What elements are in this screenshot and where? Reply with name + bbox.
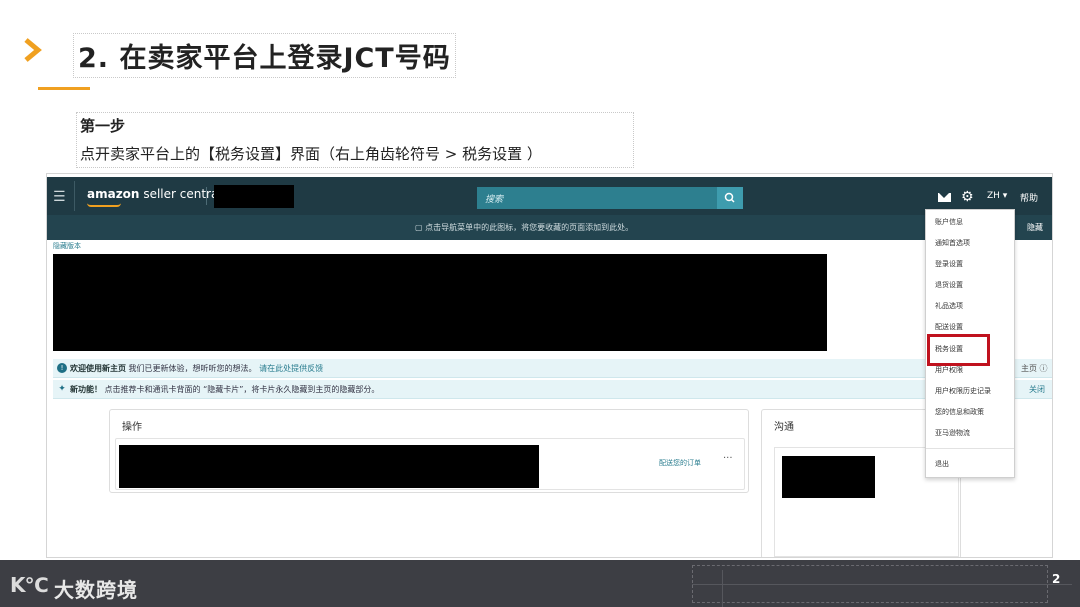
menu-icon[interactable]: ☰	[53, 189, 66, 205]
new-feature-notice: ✦ 新功能！ 点击推荐卡和通讯卡背面的 “隐藏卡片”，将卡片永久隐藏到主页的隐藏…	[53, 380, 1052, 399]
menu-item-return-settings[interactable]: 退货设置	[935, 280, 963, 290]
search-input[interactable]: 搜索	[477, 187, 717, 209]
page-number: 2	[1052, 572, 1061, 586]
welcome-notice: ! 欢迎使用新主页 我们已更新体验，想听听您的想法。 请在此处提供反馈 主页 ⓘ	[53, 359, 1052, 378]
redacted-block	[782, 456, 875, 498]
info-icon: !	[57, 363, 67, 373]
close-link[interactable]: 关闭	[1029, 384, 1045, 395]
footer: K℃ 大数跨境 2	[0, 560, 1080, 607]
seller-central-screenshot: ☰ amazon seller central 搜索 ⚙ ZH ▾ 帮助 ▢ 点	[46, 173, 1053, 558]
highlight-box	[927, 334, 990, 366]
mail-icon[interactable]	[938, 193, 951, 202]
feedback-link[interactable]: 请在此处提供反馈	[259, 364, 323, 373]
notice-bold: 新功能！	[70, 385, 102, 394]
step-box: 第一步 点开卖家平台上的【税务设置】界面（右上角齿轮符号 > 税务设置 ）	[76, 112, 634, 168]
seller-central-logo[interactable]: amazon seller central	[87, 187, 222, 201]
decorative-line	[692, 584, 1072, 585]
bookmark-hint: ▢ 点击导航菜单中的此图标，将您要收藏的页面添加到此处。	[415, 223, 634, 232]
ship-orders-link[interactable]: 配送您的订单	[659, 458, 701, 468]
menu-item-fba[interactable]: 亚马逊物流	[935, 428, 970, 438]
notice-right[interactable]: 主页 ⓘ	[1021, 363, 1048, 374]
divider	[926, 448, 1014, 449]
decorative-line	[722, 570, 723, 607]
chevron-right-icon	[24, 38, 42, 62]
language-selector[interactable]: ZH ▾	[987, 191, 1007, 201]
menu-item-info-and-policies[interactable]: 您的信息和政策	[935, 407, 984, 417]
divider	[206, 187, 207, 205]
settings-dropdown: 账户信息 通知首选项 登录设置 退货设置 礼品选项 配送设置 税务设置 用户权限…	[925, 209, 1015, 478]
sparkle-icon: ✦	[58, 384, 66, 394]
menu-item-shipping-settings[interactable]: 配送设置	[935, 322, 963, 332]
slide-title: 2. 在卖家平台上登录JCT号码	[73, 33, 456, 78]
top-navigation-bar: ☰ amazon seller central 搜索 ⚙ ZH ▾ 帮助	[47, 177, 1052, 215]
search-button[interactable]	[717, 187, 743, 209]
step-title: 第一步	[80, 117, 126, 135]
hide-bookmark-link[interactable]: 隐藏	[1027, 222, 1043, 233]
brand-suffix: seller central	[143, 187, 222, 201]
slide: 2. 在卖家平台上登录JCT号码 第一步 点开卖家平台上的【税务设置】界面（右上…	[0, 0, 1080, 607]
bookmark-hint-text: 点击导航菜单中的此图标，将您要收藏的页面添加到此处。	[425, 223, 634, 232]
help-link[interactable]: 帮助	[1020, 191, 1038, 204]
menu-item-notification-preferences[interactable]: 通知首选项	[935, 238, 970, 248]
redacted-block	[53, 254, 827, 351]
card-title: 操作	[122, 422, 142, 433]
brand-prefix: amazon	[87, 187, 140, 201]
notice-text: 我们已更新体验，想听听您的想法。	[128, 364, 257, 373]
operations-card: 操作 配送您的订单 ···	[109, 409, 749, 493]
amazon-smile-icon	[87, 203, 121, 207]
search-icon	[724, 192, 735, 203]
card-title: 沟通	[774, 422, 794, 433]
menu-item-login-settings[interactable]: 登录设置	[935, 259, 963, 269]
brand-logo: K℃	[10, 573, 49, 597]
notice-bold: 欢迎使用新主页	[70, 364, 126, 373]
menu-item-account-info[interactable]: 账户信息	[935, 217, 963, 227]
redacted-block	[119, 445, 539, 488]
bookmark-bar: ▢ 点击导航菜单中的此图标，将您要收藏的页面添加到此处。 隐藏	[47, 215, 1052, 240]
operations-item: 配送您的订单 ···	[115, 438, 745, 490]
step-description: 点开卖家平台上的【税务设置】界面（右上角齿轮符号 > 税务设置 ）	[80, 145, 542, 163]
menu-item-permission-history[interactable]: 用户权限历史记录	[935, 386, 991, 396]
menu-item-user-permissions[interactable]: 用户权限	[935, 365, 963, 375]
notice-text: 点击推荐卡和通讯卡背面的 “隐藏卡片”，将卡片永久隐藏到主页的隐藏部分。	[104, 385, 380, 394]
menu-item-gift-options[interactable]: 礼品选项	[935, 301, 963, 311]
more-options-icon[interactable]: ···	[723, 453, 733, 464]
gear-icon[interactable]: ⚙	[961, 189, 974, 205]
hidden-version-link[interactable]: 隐藏版本	[53, 241, 81, 251]
divider	[74, 181, 75, 211]
redacted-block	[214, 185, 294, 208]
menu-item-logout[interactable]: 退出	[935, 459, 949, 469]
brand-name: 大数跨境	[54, 578, 138, 602]
title-underline	[38, 87, 90, 90]
